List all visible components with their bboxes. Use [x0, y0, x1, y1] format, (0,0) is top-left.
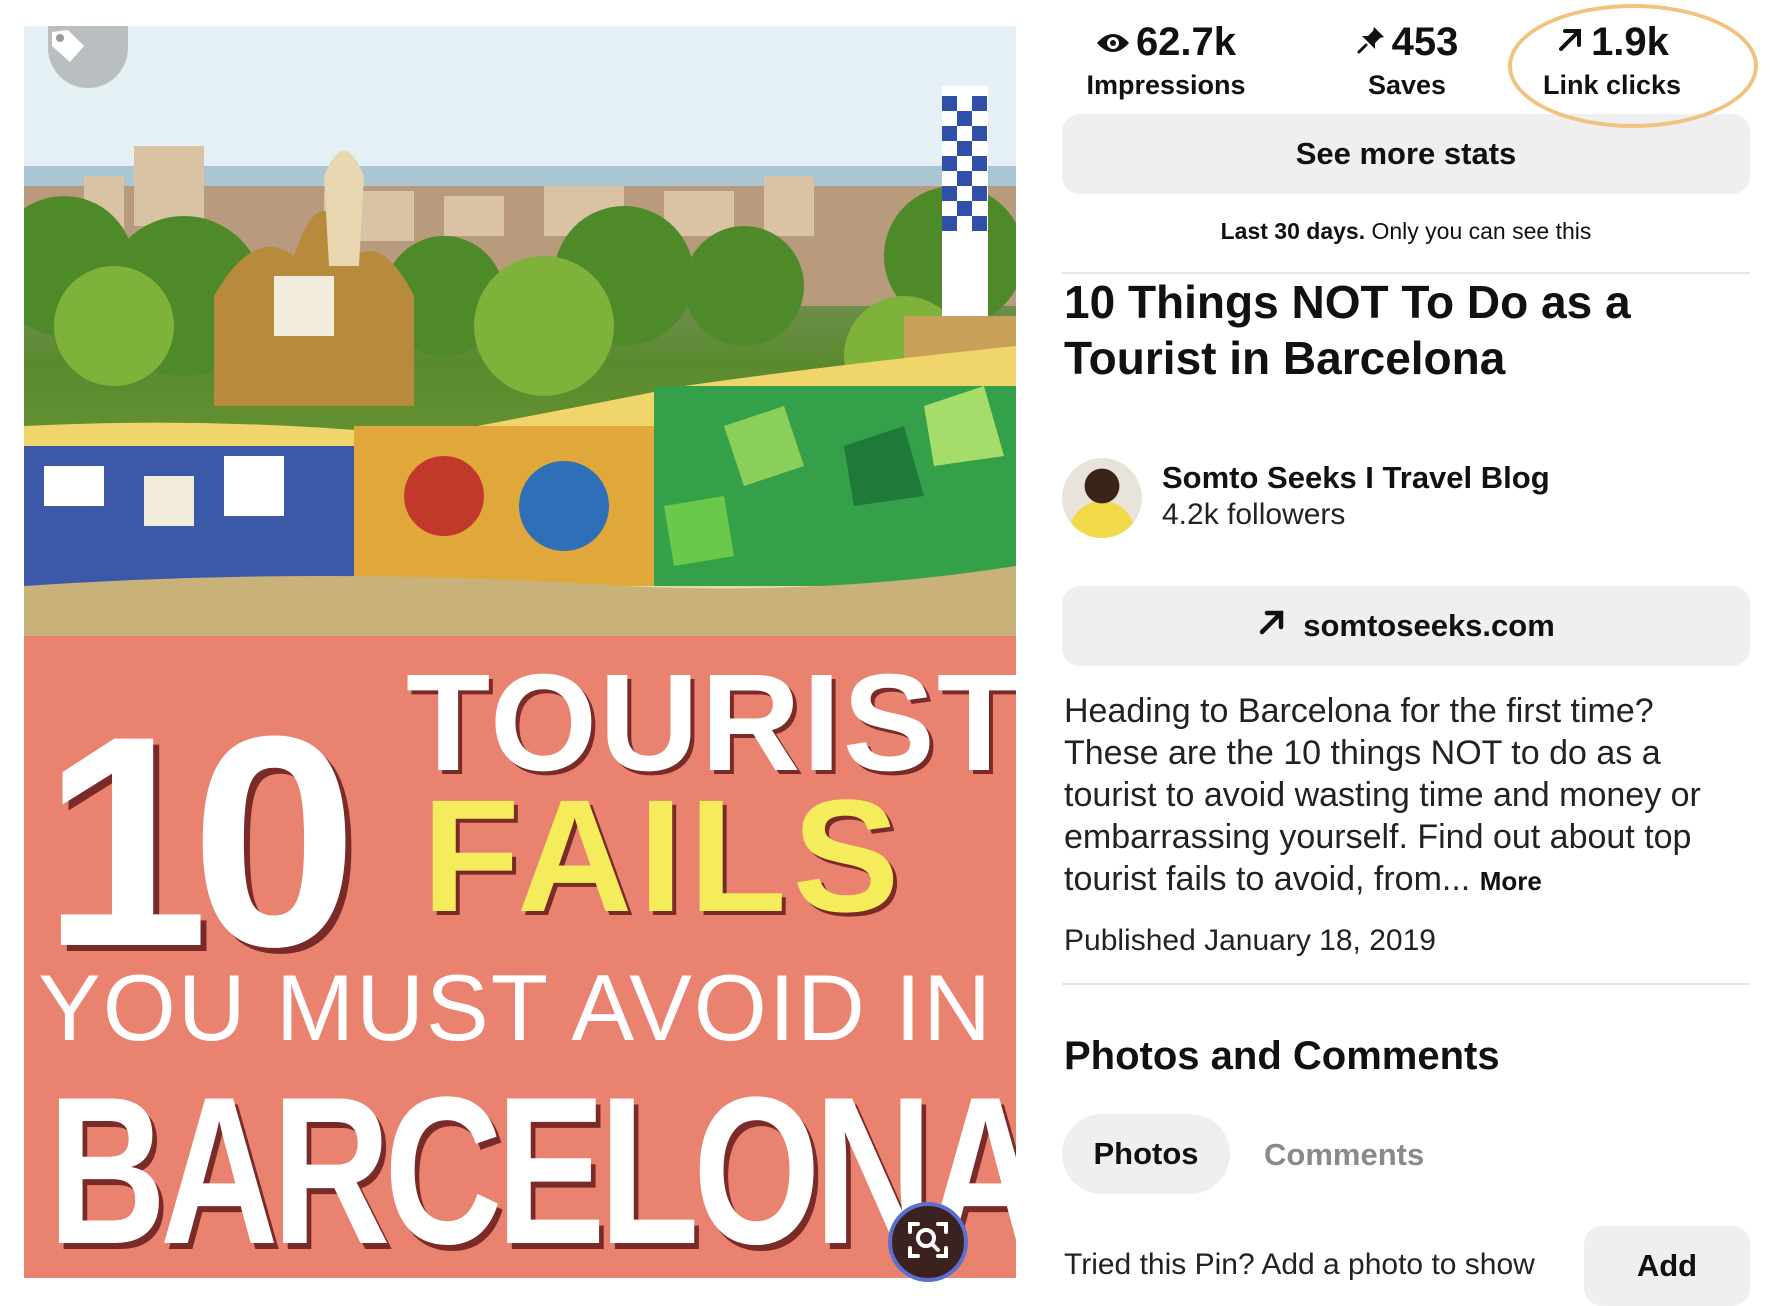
- highlight-ring: [1508, 4, 1758, 128]
- pin-icon: [1356, 14, 1386, 70]
- overlay-line-fails: FAILS: [422, 766, 906, 945]
- tried-pin-prompt: Tried this Pin? Add a photo to show: [1064, 1248, 1535, 1281]
- divider: [1062, 983, 1750, 985]
- eye-icon: [1096, 14, 1130, 70]
- overlay-number: 10: [42, 673, 358, 1009]
- visual-search-button[interactable]: [888, 1202, 968, 1282]
- creator-avatar[interactable]: [1062, 458, 1142, 538]
- section-title: Photos and Comments: [1064, 1034, 1500, 1078]
- privacy-note-period: Last 30 days.: [1220, 218, 1366, 244]
- description-text: Heading to Barcelona for the first time?…: [1064, 692, 1701, 898]
- privacy-note-text: Only you can see this: [1371, 218, 1592, 244]
- pin-title: 10 Things NOT To Do as a Tourist in Barc…: [1064, 276, 1631, 384]
- visual-search-icon: [906, 1218, 950, 1267]
- privacy-note: Last 30 days. Only you can see this: [1062, 218, 1750, 245]
- pin-title-overlay: 10 TOURIST FAILS YOU MUST AVOID IN BARCE…: [24, 636, 1016, 1278]
- impressions-label: Impressions: [1086, 70, 1246, 100]
- pin-description: Heading to Barcelona for the first time?…: [1064, 690, 1744, 902]
- stat-impressions: 62.7k Impressions: [1076, 14, 1256, 100]
- tab-photos[interactable]: Photos: [1062, 1114, 1230, 1194]
- overlay-line-must-avoid: YOU MUST AVOID IN: [38, 955, 993, 1060]
- published-date: Published January 18, 2019: [1064, 924, 1436, 957]
- pin-details-panel: 62.7k Impressions 453 Saves 1.9k Link cl…: [1062, 0, 1752, 1306]
- website-link-button[interactable]: somtoseeks.com: [1062, 586, 1750, 666]
- saves-label: Saves: [1367, 70, 1447, 100]
- impressions-value: 62.7k: [1135, 20, 1237, 64]
- creator-followers: 4.2k followers: [1162, 498, 1346, 531]
- park-guell-photo: [24, 26, 1016, 636]
- stat-saves: 453 Saves: [1332, 14, 1482, 100]
- arrow-up-right-icon: [1257, 607, 1287, 645]
- overlay-line-barcelona: BARCELONA: [48, 1053, 1016, 1278]
- description-more-link[interactable]: More: [1480, 866, 1542, 896]
- saves-value: 453: [1391, 20, 1459, 64]
- tab-comments[interactable]: Comments: [1264, 1137, 1424, 1173]
- website-link-label: somtoseeks.com: [1303, 608, 1555, 643]
- pin-image[interactable]: 10 TOURIST FAILS YOU MUST AVOID IN BARCE…: [24, 26, 1016, 1278]
- creator-name[interactable]: Somto Seeks I Travel Blog: [1162, 460, 1550, 496]
- add-photo-button[interactable]: Add: [1584, 1226, 1750, 1306]
